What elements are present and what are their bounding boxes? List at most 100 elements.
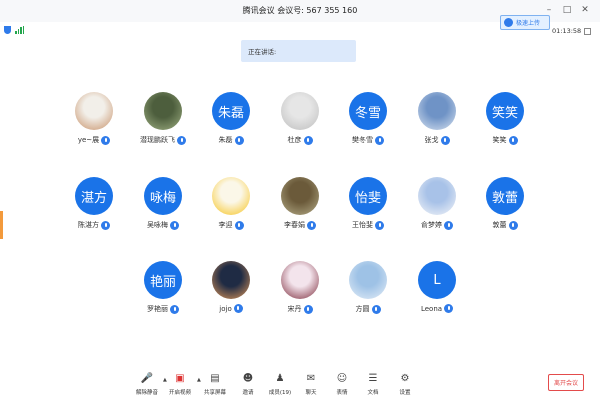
microphone-icon	[303, 304, 313, 314]
avatar	[75, 92, 113, 130]
participant-label: Leona	[420, 304, 454, 313]
participant-label: 敦蕾	[493, 220, 518, 230]
toolbar-mic-muted-button[interactable]: 🎤 解除静音	[130, 372, 164, 397]
microphone-icon	[170, 220, 179, 230]
avatar: 敦蕾	[486, 177, 524, 215]
participant-tile[interactable]: L Leona	[402, 261, 472, 313]
microphone-icon	[444, 304, 454, 313]
participant-tile[interactable]: 宋丹	[265, 261, 335, 314]
avatar	[212, 177, 250, 215]
participant-tile[interactable]: 李迎	[196, 177, 266, 230]
toolbar-chat-button[interactable]: ✉ 聊天	[294, 372, 328, 397]
leave-meeting-button[interactable]: 离开会议	[548, 374, 584, 391]
participant-name: 吴咏梅	[147, 221, 168, 229]
participant-name: Leona	[420, 304, 443, 313]
microphone-icon	[101, 135, 111, 145]
participant-label: ye~展	[77, 135, 111, 145]
participant-label: 朱磊	[219, 135, 244, 145]
toolbar-members-button[interactable]: ♟ 成员(19)	[263, 372, 297, 397]
microphone-icon	[307, 220, 316, 230]
participant-label: 陈湛方	[78, 220, 110, 230]
participant-name: 李迎	[218, 221, 233, 229]
avatar: 怡斐	[349, 177, 387, 215]
participant-name: ye~展	[77, 136, 100, 144]
toolbar-camera-off-button[interactable]: ▣ 开启视频	[163, 372, 197, 397]
microphone-icon	[234, 135, 244, 145]
participant-label: jojo	[219, 304, 243, 313]
participant-name: 王怡斐	[352, 221, 373, 229]
toolbar-screen-share-button[interactable]: ▤ 共享屏幕	[198, 372, 232, 397]
microphone-icon	[303, 135, 313, 145]
participant-name: 罗艳丽	[147, 305, 168, 313]
microphone-icon	[440, 135, 450, 145]
microphone-icon	[177, 135, 186, 145]
participant-grid: ye~展 潜现鹏跃飞 朱磊 朱磊 杜彦 冬雪 樊冬雪 张戈 笑笑 笑笑 湛方 陈湛方 咏梅 吴咏梅 李迎 李春…	[0, 0, 600, 400]
participant-name: 朱磊	[218, 136, 233, 144]
avatar	[281, 261, 319, 299]
toolbar-label: 开启视频	[168, 390, 191, 396]
participant-tile[interactable]: 杜彦	[265, 92, 335, 145]
chat-icon: ✉	[306, 372, 316, 384]
microphone-icon	[101, 220, 110, 230]
avatar: 湛方	[75, 177, 113, 215]
participant-tile[interactable]: 李春娟	[265, 177, 335, 230]
microphone-icon	[444, 220, 453, 230]
participant-label: 樊冬雪	[352, 135, 384, 145]
mic-muted-icon: 🎤	[140, 372, 154, 384]
participant-tile[interactable]: 怡斐 王怡斐	[333, 177, 403, 230]
participant-tile[interactable]: 俞梦婷	[402, 177, 472, 230]
avatar	[418, 177, 456, 215]
participant-tile[interactable]: jojo	[196, 261, 266, 313]
microphone-icon	[508, 135, 518, 145]
chevron-up-icon[interactable]: ▲	[163, 377, 167, 383]
toolbar-label: 共享屏幕	[203, 390, 226, 396]
toolbar-invite-button[interactable]: ☻ 邀请	[231, 372, 265, 397]
participant-tile[interactable]: 湛方 陈湛方	[59, 177, 129, 230]
microphone-icon	[371, 304, 381, 314]
participant-label: 笑笑	[493, 135, 518, 145]
participant-tile[interactable]: 潜现鹏跃飞	[128, 92, 198, 145]
participant-label: 潜现鹏跃飞	[140, 135, 186, 145]
members-icon: ♟	[275, 372, 285, 384]
participant-tile[interactable]: 方圆	[333, 261, 403, 314]
toolbar-settings-button[interactable]: ⚙ 设置	[388, 372, 422, 397]
participant-tile[interactable]: 敦蕾 敦蕾	[470, 177, 540, 230]
toolbar-label: 设置	[399, 390, 411, 396]
participant-label: 方圆	[356, 304, 381, 314]
participant-tile[interactable]: 张戈	[402, 92, 472, 145]
participant-tile[interactable]: ye~展	[59, 92, 129, 145]
participant-name: 俞梦婷	[421, 221, 442, 229]
participant-name: jojo	[219, 304, 232, 313]
toolbar-label: 聊天	[305, 390, 317, 396]
participant-label: 王怡斐	[352, 220, 384, 230]
participant-label: 李迎	[219, 220, 244, 230]
invite-icon: ☻	[242, 372, 254, 384]
toolbar-label: 文档	[367, 390, 379, 396]
participant-label: 张戈	[425, 135, 450, 145]
avatar	[281, 177, 319, 215]
toolbar-document-button[interactable]: ☰ 文档	[356, 372, 390, 397]
participant-label: 杜彦	[288, 135, 313, 145]
avatar: 笑笑	[486, 92, 524, 130]
participant-tile[interactable]: 艳丽 罗艳丽	[128, 261, 198, 314]
participant-tile[interactable]: 朱磊 朱磊	[196, 92, 266, 145]
participant-name: 潜现鹏跃飞	[140, 136, 175, 144]
participant-label: 罗艳丽	[147, 304, 179, 314]
participant-name: 方圆	[355, 305, 370, 313]
microphone-icon	[375, 135, 384, 145]
participant-name: 笑笑	[492, 136, 507, 144]
microphone-icon	[170, 304, 179, 314]
settings-icon: ⚙	[400, 372, 410, 384]
participant-label: 俞梦婷	[421, 220, 453, 230]
participant-tile[interactable]: 咏梅 吴咏梅	[128, 177, 198, 230]
microphone-icon	[233, 304, 243, 313]
bottom-toolbar: 🎤 解除静音 ▣ 开启视频 ▤ 共享屏幕 ☻ 邀请 ♟ 成员(19) ✉ 聊天 ☺ 表情 ☰ 文档 ⚙ 设置 ▲ ▲	[0, 364, 600, 400]
avatar: 艳丽	[144, 261, 182, 299]
participant-name: 陈湛方	[78, 221, 99, 229]
avatar	[418, 92, 456, 130]
toolbar-emoji-button[interactable]: ☺ 表情	[325, 372, 359, 397]
participant-tile[interactable]: 笑笑 笑笑	[470, 92, 540, 145]
avatar	[212, 261, 250, 299]
participant-tile[interactable]: 冬雪 樊冬雪	[333, 92, 403, 145]
chevron-up-icon[interactable]: ▲	[197, 377, 201, 383]
